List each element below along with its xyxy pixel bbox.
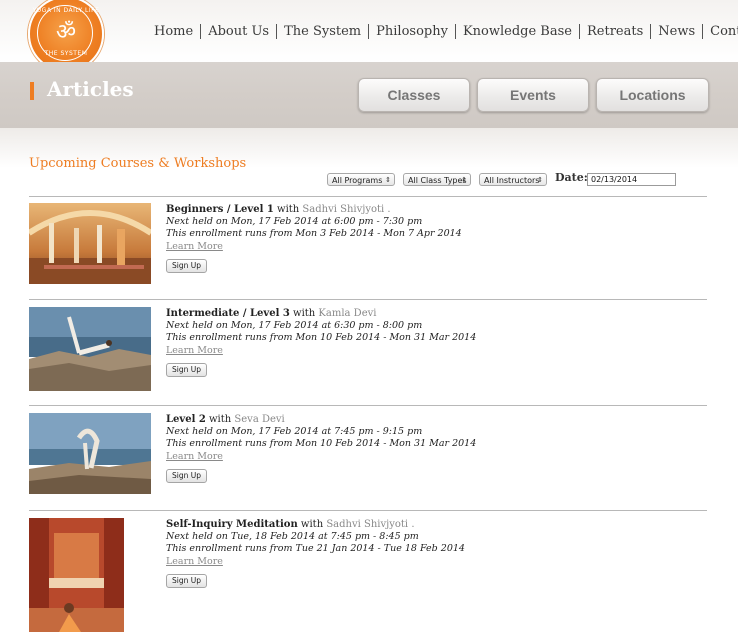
events-button[interactable]: Events [477,78,589,112]
logo-bottom-text: THE SYSTEM [44,50,88,57]
page-title: Articles [47,77,134,101]
sign-up-button[interactable]: Sign Up [166,259,207,273]
course-name: Self-Inquiry Meditation [166,519,298,530]
divider [29,405,707,406]
select-arrows-icon: ⇕ [461,176,467,184]
nav-home[interactable]: Home [154,24,200,39]
course-with: with [293,308,316,319]
course-teacher[interactable]: Seva Devi [234,414,284,425]
nav-retreats[interactable]: Retreats [580,24,650,39]
nav-contacts[interactable]: Contacts [703,24,738,39]
divider [29,510,707,511]
instructor-select[interactable]: All Instructors ⇕ [479,173,547,186]
course-teacher[interactable]: Kamla Devi [318,308,376,319]
filter-bar: All Programs ⇕ All Class Types ⇕ All Ins… [0,171,738,189]
sign-up-button[interactable]: Sign Up [166,574,207,588]
course-info: Beginners / Level 1 with Sadhvi Shivjyot… [166,203,706,273]
course-info: Level 2 with Seva Devi Next held on Mon,… [166,413,706,483]
class-type-select[interactable]: All Class Types ⇕ [403,173,471,186]
course-photo[interactable] [29,413,151,494]
course-photo[interactable] [29,518,124,632]
select-arrows-icon: ⇕ [385,176,391,184]
classes-button[interactable]: Classes [358,78,470,112]
course-name: Intermediate / Level 3 [166,308,290,319]
next-session: Next held on Mon, 17 Feb 2014 at 6:30 pm… [166,320,423,331]
course-with: with [300,519,324,530]
course-title-line: Level 2 with Seva Devi [166,413,706,426]
page-banner: Articles Classes Events Locations [0,62,738,128]
learn-more-link[interactable]: Learn More [166,344,706,357]
divider [29,196,707,197]
locations-button[interactable]: Locations [596,78,709,112]
main-nav: Home About Us The System Philosophy Know… [154,21,738,41]
program-select-value: All Programs [332,176,383,185]
program-select[interactable]: All Programs ⇕ [327,173,395,186]
sign-up-button[interactable]: Sign Up [166,363,207,377]
nav-about-us[interactable]: About Us [201,24,276,39]
nav-knowledge-base[interactable]: Knowledge Base [456,24,579,39]
learn-more-link[interactable]: Learn More [166,240,706,253]
select-arrows-icon: ⇕ [537,176,543,184]
course-title-line: Self-Inquiry Meditation with Sadhvi Shiv… [166,518,706,531]
date-input[interactable]: 02/13/2014 [587,173,676,186]
nav-the-system[interactable]: The System [277,24,368,39]
course-name: Beginners / Level 1 [166,204,274,215]
course-info: Intermediate / Level 3 with Kamla Devi N… [166,307,706,377]
om-symbol-icon: ॐ [55,20,77,45]
course-title-line: Beginners / Level 1 with Sadhvi Shivjyot… [166,203,706,216]
sign-up-button[interactable]: Sign Up [166,469,207,483]
course-photo[interactable] [29,307,151,391]
next-session: Next held on Mon, 17 Feb 2014 at 6:00 pm… [166,216,423,227]
learn-more-link[interactable]: Learn More [166,450,706,463]
site-header: YOGA IN DAILY LIFE ॐ THE SYSTEM Home Abo… [0,0,738,72]
next-session: Next held on Mon, 17 Feb 2014 at 7:45 pm… [166,426,423,437]
date-label: Date: [555,171,588,184]
enrollment-period: This enrollment runs from Mon 10 Feb 201… [166,438,477,449]
enrollment-period: This enrollment runs from Tue 21 Jan 201… [166,543,465,554]
divider [29,299,707,300]
next-session: Next held on Tue, 18 Feb 2014 at 7:45 pm… [166,531,419,542]
course-name: Level 2 [166,414,206,425]
logo-top-text: YOGA IN DAILY LIFE [32,7,100,14]
instructor-select-value: All Instructors [484,176,540,185]
course-title-line: Intermediate / Level 3 with Kamla Devi [166,307,706,320]
nav-philosophy[interactable]: Philosophy [369,24,455,39]
course-teacher[interactable]: Sadhvi Shivjyoti . [326,519,414,530]
course-with: with [277,204,300,215]
section-title: Upcoming Courses & Workshops [29,156,247,171]
course-photo[interactable] [29,203,151,284]
learn-more-link[interactable]: Learn More [166,555,706,568]
course-teacher[interactable]: Sadhvi Shivjyoti . [302,204,390,215]
course-with: with [209,414,232,425]
class-type-select-value: All Class Types [408,176,467,185]
nav-news[interactable]: News [651,24,702,39]
course-info: Self-Inquiry Meditation with Sadhvi Shiv… [166,518,706,588]
title-accent-bar [30,82,34,100]
enrollment-period: This enrollment runs from Mon 10 Feb 201… [166,332,477,343]
enrollment-period: This enrollment runs from Mon 3 Feb 2014… [166,228,462,239]
